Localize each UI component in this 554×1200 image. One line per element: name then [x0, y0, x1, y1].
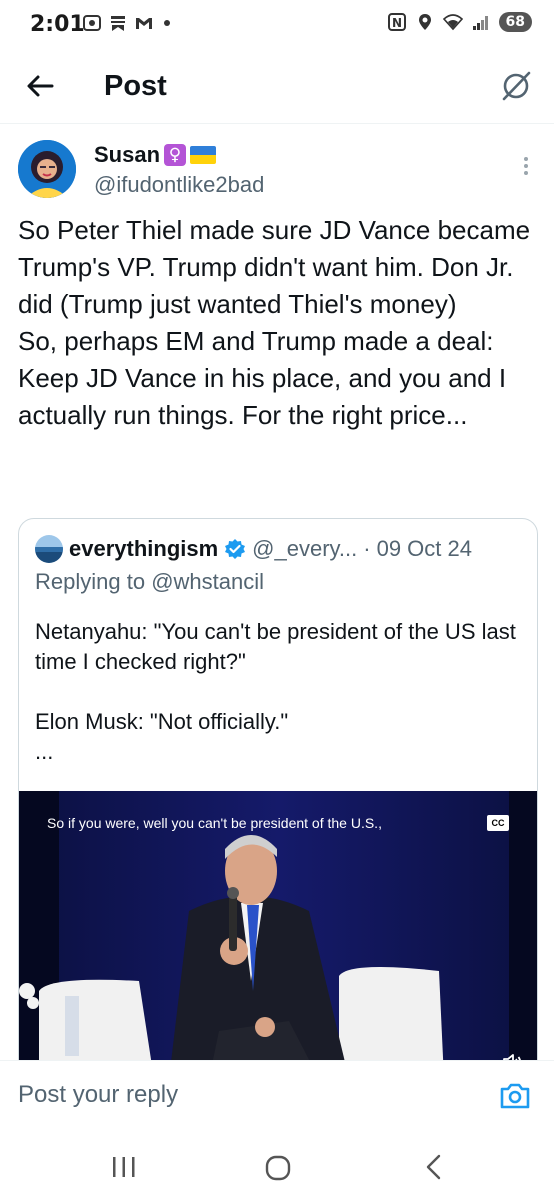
quoted-post[interactable]: everythingism @_every... · 09 Oct 24 Rep…: [18, 518, 538, 1078]
reply-bar: [0, 1060, 554, 1134]
female-sign-emoji: ♀: [164, 144, 187, 166]
notification-icons: [82, 13, 170, 33]
app-header: Post: [0, 50, 554, 124]
author-handle[interactable]: @ifudontlike2bad: [94, 172, 264, 198]
author-avatar[interactable]: [18, 140, 76, 198]
system-nav-bar: [0, 1134, 554, 1200]
ukraine-flag-emoji: [190, 146, 217, 164]
quoted-author-name: everythingism: [69, 536, 219, 561]
page-title: Post: [104, 70, 167, 102]
nfc-icon: N: [387, 13, 406, 31]
battery-indicator: 68: [498, 12, 532, 32]
quoted-author-avatar: [35, 535, 63, 563]
closed-captions-button[interactable]: CC: [487, 815, 509, 831]
quoted-author-handle: @_every...: [252, 536, 358, 561]
quoted-video[interactable]: So if you were, well you can't be presid…: [19, 791, 537, 1077]
home-icon[interactable]: [264, 1154, 292, 1182]
date-separator: ·: [363, 536, 371, 561]
screenshot-icon: [83, 15, 101, 31]
more-notifications-dot: [164, 20, 170, 26]
arrow-left-icon[interactable]: [22, 68, 58, 104]
gmail-icon: [136, 18, 152, 29]
author-name-line: Susan ♀: [94, 142, 217, 168]
app-notification-icon: [111, 16, 125, 31]
video-caption: So if you were, well you can't be presid…: [47, 815, 382, 831]
quoted-post-date: 09 Oct 24: [376, 536, 472, 561]
back-nav-icon[interactable]: [420, 1152, 448, 1182]
location-icon: [418, 14, 431, 30]
camera-icon[interactable]: [498, 1079, 532, 1113]
wifi-icon: [442, 14, 463, 31]
author-name[interactable]: Susan: [94, 142, 160, 168]
post-author: Susan ♀ @ifudontlike2bad: [18, 140, 536, 204]
replying-to-handle[interactable]: @whstancil: [151, 569, 264, 594]
replying-to: Replying to @whstancil: [35, 569, 264, 595]
grok-icon[interactable]: [498, 68, 534, 104]
system-icons: N 68: [387, 12, 532, 32]
more-options-icon[interactable]: [516, 154, 536, 184]
post-text: So Peter Thiel made sure JD Vance became…: [18, 215, 531, 430]
quoted-post-header: everythingism @_every... · 09 Oct 24: [35, 535, 472, 563]
signal-icon: [472, 16, 488, 30]
quoted-post-text: Netanyahu: "You can't be president of th…: [35, 619, 516, 764]
verified-badge-icon: [225, 539, 246, 559]
replying-to-prefix: Replying to: [35, 569, 146, 594]
recent-apps-icon[interactable]: [110, 1154, 138, 1180]
avatar-image: [18, 140, 76, 198]
status-time: 2:01: [30, 12, 85, 37]
status-bar: 2:01 N 68: [0, 0, 554, 50]
reply-input[interactable]: [18, 1081, 458, 1109]
video-frame: [19, 791, 537, 1077]
svg-text:N: N: [391, 16, 401, 30]
